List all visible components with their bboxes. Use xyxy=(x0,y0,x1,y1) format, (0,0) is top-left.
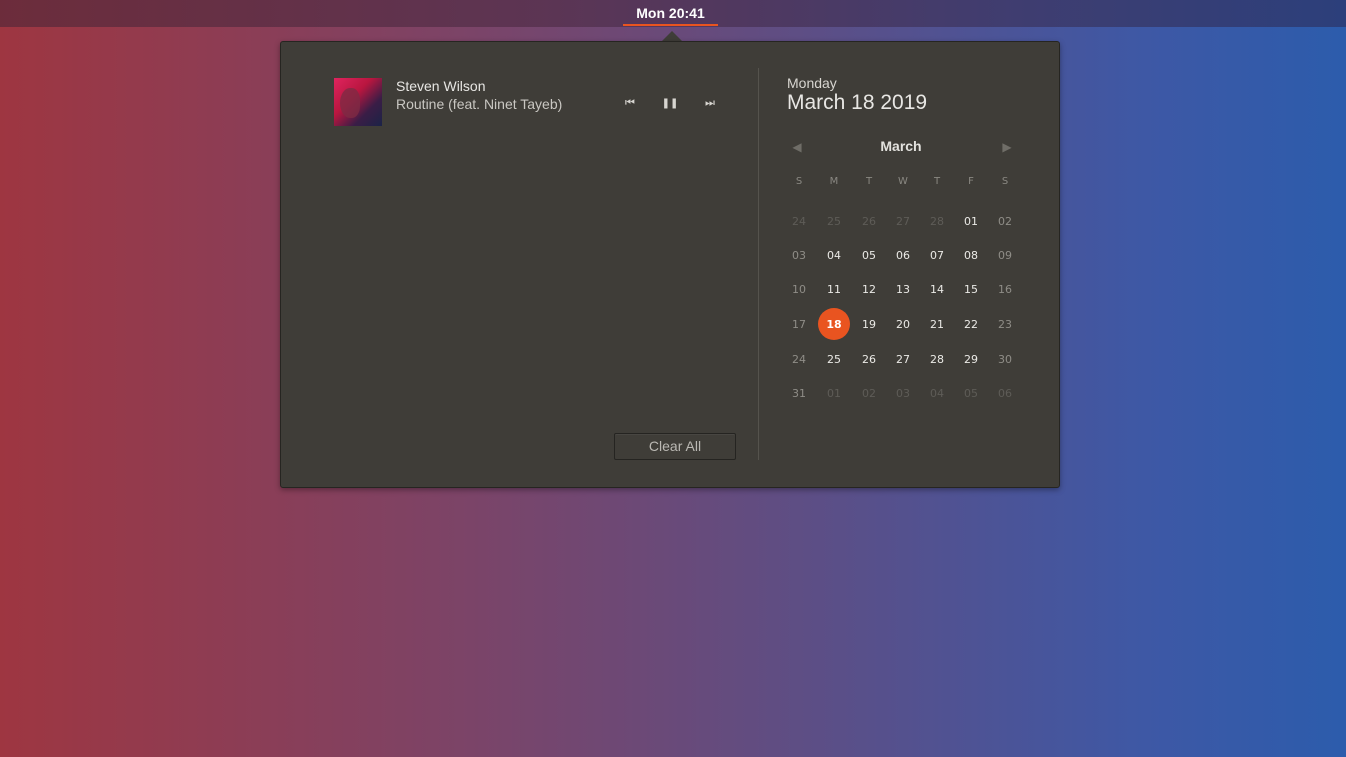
calendar-day[interactable]: 14 xyxy=(921,273,953,305)
calendar-popover: Steven Wilson Routine (feat. Ninet Tayeb… xyxy=(280,41,1060,488)
calendar-day[interactable]: 05 xyxy=(955,377,987,409)
day-header: S xyxy=(1001,175,1009,187)
album-art-figure xyxy=(340,88,360,118)
media-track: Routine (feat. Ninet Tayeb) xyxy=(396,96,563,112)
calendar-day[interactable]: 28 xyxy=(921,343,953,375)
calendar-day[interactable]: 17 xyxy=(783,308,815,340)
calendar-day[interactable]: 27 xyxy=(887,343,919,375)
calendar-day[interactable]: 27 xyxy=(887,205,919,237)
calendar-day[interactable]: 04 xyxy=(921,377,953,409)
calendar-day[interactable]: 10 xyxy=(783,273,815,305)
calendar-day[interactable]: 04 xyxy=(818,239,850,271)
calendar-day[interactable]: 30 xyxy=(989,343,1021,375)
media-artist: Steven Wilson xyxy=(396,78,486,94)
calendar-day[interactable]: 22 xyxy=(955,308,987,340)
previous-icon: ⏮ xyxy=(625,96,635,109)
calendar-day[interactable]: 06 xyxy=(887,239,919,271)
clock-button[interactable]: Mon 20:41 xyxy=(623,0,718,27)
pause-button[interactable]: ❚❚ xyxy=(659,94,681,112)
calendar-day[interactable]: 15 xyxy=(955,273,987,305)
popover-divider xyxy=(758,68,759,460)
chevron-right-icon: ▶ xyxy=(1002,140,1012,154)
calendar-day[interactable]: 09 xyxy=(989,239,1021,271)
current-date[interactable]: March 18 2019 xyxy=(787,91,927,115)
calendar-day[interactable]: 19 xyxy=(853,308,885,340)
calendar-day[interactable]: 02 xyxy=(853,377,885,409)
month-title: March xyxy=(880,138,922,154)
calendar-day[interactable]: 06 xyxy=(989,377,1021,409)
calendar-day[interactable]: 01 xyxy=(818,377,850,409)
calendar-day[interactable]: 02 xyxy=(989,205,1021,237)
calendar-day[interactable]: 26 xyxy=(853,343,885,375)
calendar-day[interactable]: 03 xyxy=(783,239,815,271)
current-weekday[interactable]: Monday xyxy=(787,75,837,91)
calendar-day[interactable]: 12 xyxy=(853,273,885,305)
calendar-day[interactable]: 29 xyxy=(955,343,987,375)
album-art xyxy=(334,78,382,126)
day-header: W xyxy=(898,175,908,187)
pause-icon: ❚❚ xyxy=(661,97,679,109)
calendar-day[interactable]: 26 xyxy=(853,205,885,237)
calendar-day[interactable]: 25 xyxy=(818,205,850,237)
calendar-day[interactable]: 08 xyxy=(955,239,987,271)
calendar-day[interactable]: 11 xyxy=(818,273,850,305)
calendar-day[interactable]: 20 xyxy=(887,308,919,340)
clock-active-indicator xyxy=(623,24,718,26)
previous-track-button[interactable]: ⏮ xyxy=(619,94,641,112)
next-track-button[interactable]: ⏭ xyxy=(699,94,721,112)
clear-all-button[interactable]: Clear All xyxy=(614,433,736,460)
chevron-left-icon: ◀ xyxy=(792,140,802,154)
calendar-day[interactable]: 28 xyxy=(921,205,953,237)
calendar-day[interactable]: 03 xyxy=(887,377,919,409)
calendar-day[interactable]: 07 xyxy=(921,239,953,271)
day-header: F xyxy=(968,175,974,187)
day-header: T xyxy=(933,175,941,187)
calendar-day[interactable]: 23 xyxy=(989,308,1021,340)
calendar-day[interactable]: 25 xyxy=(818,343,850,375)
day-header: M xyxy=(829,175,839,187)
calendar-day[interactable]: 21 xyxy=(921,308,953,340)
calendar-day[interactable]: 05 xyxy=(853,239,885,271)
calendar-day[interactable]: 24 xyxy=(783,205,815,237)
day-header: T xyxy=(865,175,873,187)
day-header: S xyxy=(795,175,803,187)
next-month-button[interactable]: ▶ xyxy=(999,139,1015,155)
calendar-day[interactable]: 31 xyxy=(783,377,815,409)
calendar-day[interactable]: 01 xyxy=(955,205,987,237)
calendar-day[interactable]: 24 xyxy=(783,343,815,375)
next-icon: ⏭ xyxy=(705,96,715,109)
calendar-day[interactable]: 13 xyxy=(887,273,919,305)
calendar-day-today[interactable]: 18 xyxy=(818,308,850,340)
previous-month-button[interactable]: ◀ xyxy=(789,139,805,155)
calendar-day[interactable]: 16 xyxy=(989,273,1021,305)
